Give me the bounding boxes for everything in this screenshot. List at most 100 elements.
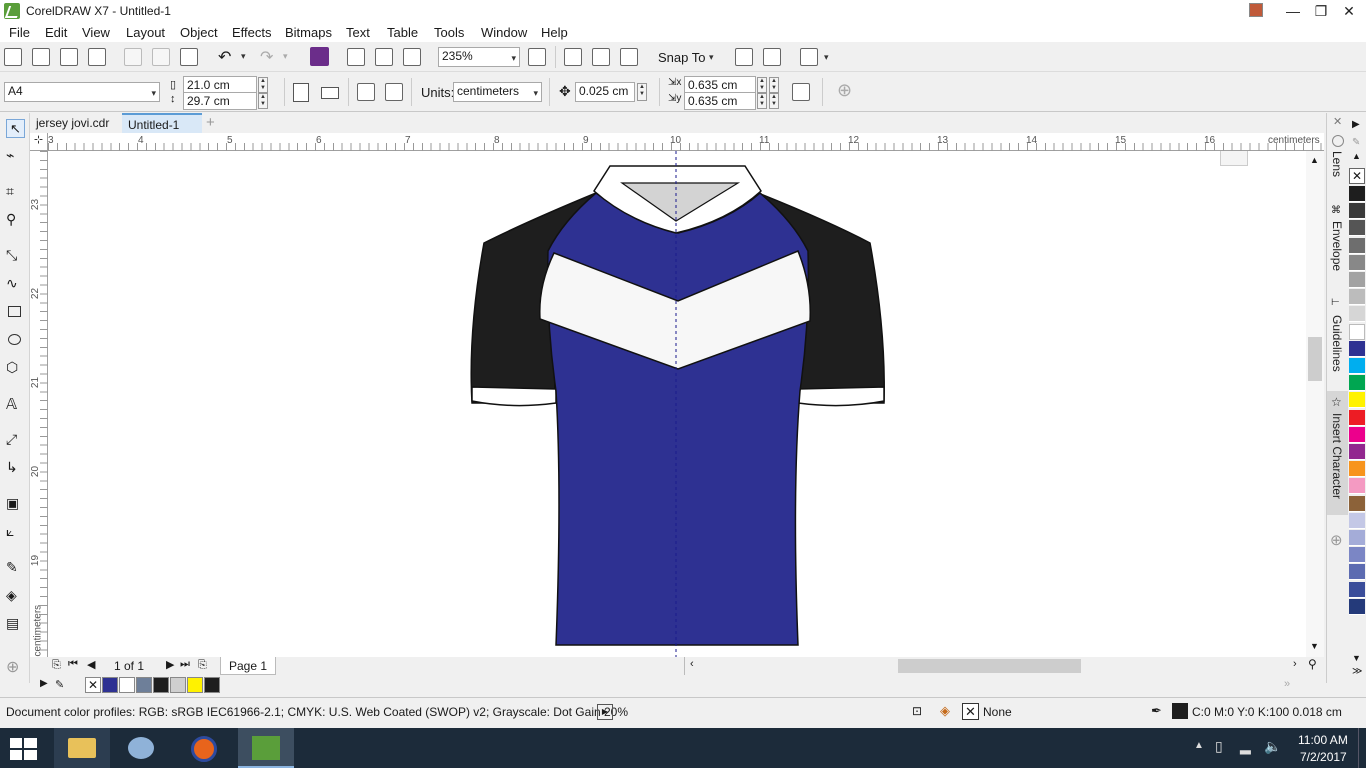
tray-expand-icon[interactable]: ▲ xyxy=(1194,740,1204,751)
landscape-icon[interactable] xyxy=(321,87,339,99)
vertical-scrollbar[interactable]: ▲ ▼ xyxy=(1306,151,1324,657)
palette-swatch[interactable] xyxy=(1349,598,1365,615)
palette-swatch[interactable] xyxy=(1349,581,1365,598)
vertical-scroll-thumb[interactable] xyxy=(1308,337,1322,381)
palette-swatch[interactable] xyxy=(1349,358,1365,374)
rulers-icon[interactable] xyxy=(564,48,582,66)
jersey-body[interactable] xyxy=(546,192,810,646)
smart-fill-icon[interactable]: ▤ xyxy=(6,615,25,634)
color-profiles-text[interactable]: Document color profiles: RGB: sRGB IEC61… xyxy=(6,705,628,719)
redo-icon[interactable]: ↷ xyxy=(260,47,273,67)
nudge-distance-field[interactable]: 0.025 cm xyxy=(575,82,635,102)
scroll-left-icon[interactable]: ‹ xyxy=(690,658,694,670)
right-cuff[interactable] xyxy=(797,386,885,407)
horizontal-ruler[interactable]: 3 4 5 6 7 8 9 10 11 12 13 14 15 16 centi… xyxy=(48,133,1324,151)
close-button[interactable]: ✕ xyxy=(1334,0,1364,22)
palette-swatch[interactable] xyxy=(1349,186,1365,202)
duplicate-x-spinner[interactable]: ▲ ▼ xyxy=(757,77,767,93)
drop-shadow-icon[interactable]: ▣ xyxy=(6,495,25,514)
page-tab-1[interactable]: Page 1 xyxy=(220,657,277,675)
launch-dropdown-icon[interactable]: ▾ xyxy=(824,52,829,63)
last-page-icon[interactable]: ⏭ xyxy=(180,658,190,671)
palette-scroll-down-icon[interactable]: ▼ xyxy=(1352,653,1361,663)
menu-layout[interactable]: Layout xyxy=(126,25,165,40)
page-height-field[interactable]: 29.7 cm xyxy=(183,92,257,110)
corel-connect-icon[interactable] xyxy=(310,47,329,66)
duplicate-y-field[interactable]: 0.635 cm xyxy=(684,92,756,110)
interactive-fill-icon[interactable]: ◈ xyxy=(6,587,25,606)
undo-icon[interactable]: ↶ xyxy=(218,47,231,67)
tab-untitled-1[interactable]: Untitled-1 xyxy=(122,113,202,133)
jersey-drawing[interactable] xyxy=(48,151,1324,657)
transparency-tool-icon[interactable]: ⟀ xyxy=(6,523,25,542)
palette-swatch[interactable] xyxy=(1349,461,1365,478)
palette-eyedropper-icon[interactable]: ✎ xyxy=(1352,137,1360,148)
polygon-tool-icon[interactable]: ⬡ xyxy=(6,359,25,378)
palette-swatch[interactable] xyxy=(1349,340,1365,357)
volume-icon[interactable]: 🔈 xyxy=(1264,738,1281,755)
left-cuff[interactable] xyxy=(471,386,557,407)
add-page-before-icon[interactable]: ⎘ xyxy=(52,659,61,672)
first-page-icon[interactable]: ⏮ xyxy=(68,658,78,671)
user-icon[interactable] xyxy=(1249,3,1263,17)
duplicate-y-spinner[interactable]: ▲ ▼ xyxy=(757,93,767,109)
docker-tab-envelope[interactable]: Envelope xyxy=(1330,221,1344,271)
palette-swatch[interactable] xyxy=(1349,323,1365,340)
new-icon[interactable] xyxy=(4,48,22,66)
welcome-icon[interactable] xyxy=(735,48,753,66)
doc-no-color-swatch[interactable]: ✕ xyxy=(85,677,101,693)
palette-swatch[interactable] xyxy=(1349,547,1365,564)
palette-swatch[interactable] xyxy=(1349,512,1365,529)
treat-as-filled-icon[interactable] xyxy=(792,83,810,101)
palette-swatch[interactable] xyxy=(1349,530,1365,546)
options-icon[interactable] xyxy=(763,48,781,66)
publish-pdf-icon[interactable] xyxy=(403,48,421,66)
import-icon[interactable] xyxy=(347,48,365,66)
text-tool-icon[interactable]: 𝔸 xyxy=(6,395,25,414)
portrait-icon[interactable] xyxy=(293,83,309,102)
view-icon[interactable] xyxy=(592,48,610,66)
menu-edit[interactable]: Edit xyxy=(45,25,67,40)
minimize-button[interactable]: — xyxy=(1278,0,1308,22)
open-icon[interactable] xyxy=(32,48,50,66)
scroll-down-icon[interactable]: ▼ xyxy=(1310,641,1319,651)
firefox-icon[interactable] xyxy=(176,728,232,768)
power-icon[interactable]: ▯ xyxy=(1215,738,1223,755)
undo-dropdown-icon[interactable]: ▾ xyxy=(241,51,246,62)
close-docker-icon[interactable]: ✕ xyxy=(1333,115,1342,128)
next-page-icon[interactable]: ▶ xyxy=(166,658,174,671)
palette-swatch[interactable] xyxy=(1349,409,1365,426)
drawing-canvas[interactable]: ▲ ▼ xyxy=(48,151,1324,657)
windows-start-icon[interactable] xyxy=(10,738,38,760)
network-icon[interactable]: ▂ xyxy=(1240,738,1251,755)
freehand-tool-icon[interactable]: ⤡ xyxy=(6,247,25,266)
crop-tool-icon[interactable]: ⌗ xyxy=(6,183,25,202)
palette-swatch[interactable] xyxy=(1349,272,1365,288)
snap-status-icon[interactable]: ⊡ xyxy=(912,704,922,718)
docker-tab-insert-character[interactable]: Insert Character xyxy=(1330,413,1344,499)
docker-tab-guidelines[interactable]: Guidelines xyxy=(1330,315,1344,372)
horizontal-scroll-thumb[interactable] xyxy=(898,659,1081,673)
menu-table[interactable]: Table xyxy=(387,25,418,40)
no-color-swatch[interactable]: ✕ xyxy=(1349,168,1365,184)
doc-palette-swatch[interactable] xyxy=(119,677,135,693)
palette-scroll-up-icon[interactable]: ▲ xyxy=(1352,151,1361,161)
restore-button[interactable]: ❐ xyxy=(1306,0,1336,22)
scroll-up-icon[interactable]: ▲ xyxy=(1310,155,1319,165)
vertical-ruler[interactable]: 23 22 21 20 19 centimeters xyxy=(30,151,48,657)
add-page-after-icon[interactable]: ⎘ xyxy=(198,659,207,672)
snap-to-dropdown-icon[interactable]: ▾ xyxy=(709,52,714,63)
launch-icon[interactable] xyxy=(800,48,818,66)
scroll-right-icon[interactable]: › xyxy=(1293,658,1297,670)
palette-swatch[interactable] xyxy=(1349,220,1365,237)
print-icon[interactable] xyxy=(88,48,106,66)
connector-tool-icon[interactable]: ↳ xyxy=(6,459,25,478)
palette-swatch[interactable] xyxy=(1349,254,1365,271)
add-docker-icon[interactable]: ⊕ xyxy=(1330,531,1343,549)
palette-scroll-right-icon[interactable]: ▶ xyxy=(1352,119,1360,130)
units-select[interactable]: centimeters ▾ xyxy=(453,82,542,102)
palette-swatch[interactable] xyxy=(1349,495,1365,512)
parallel-dimension-icon[interactable]: ⤢ xyxy=(6,431,25,450)
prev-page-icon[interactable]: ◀ xyxy=(87,658,95,671)
palette-swatch[interactable] xyxy=(1349,375,1365,392)
